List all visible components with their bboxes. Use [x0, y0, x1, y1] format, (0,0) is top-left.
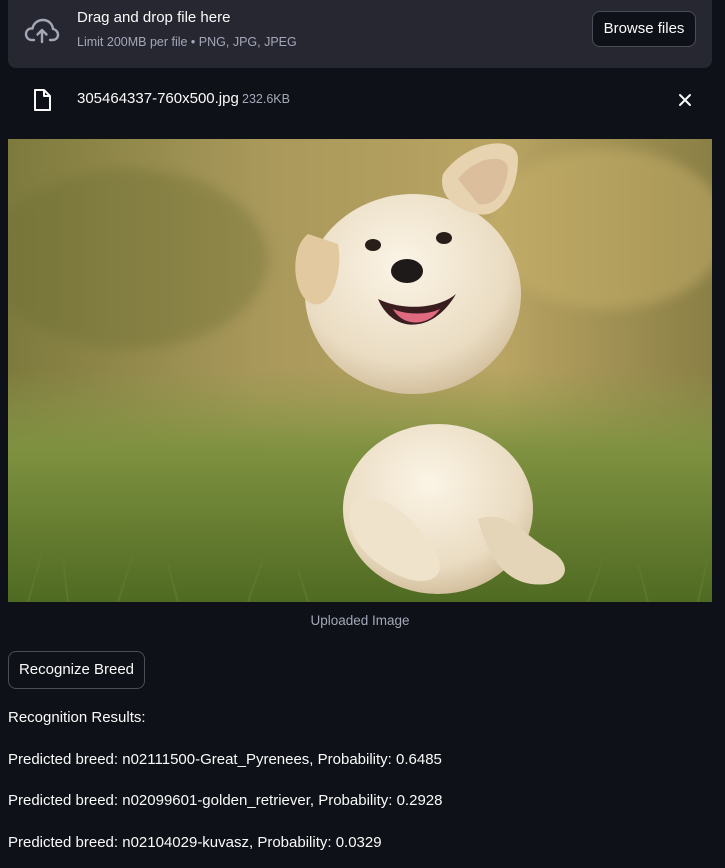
cloud-upload-icon	[24, 18, 60, 44]
file-size: 232.6KB	[242, 92, 290, 106]
dropzone-title: Drag and drop file here	[77, 9, 231, 26]
file-icon	[34, 89, 51, 111]
prediction-item: Predicted breed: n02099601-golden_retrie…	[8, 792, 443, 809]
dropzone-subtitle: Limit 200MB per file • PNG, JPG, JPEG	[77, 35, 297, 49]
uploaded-file-row: 305464337-760x500.jpg 232.6KB	[0, 82, 725, 118]
recognize-breed-button[interactable]: Recognize Breed	[8, 651, 145, 689]
close-icon[interactable]	[678, 93, 692, 107]
uploaded-image	[8, 139, 712, 602]
file-name: 305464337-760x500.jpg	[77, 90, 239, 107]
prediction-item: Predicted breed: n02111500-Great_Pyrenee…	[8, 751, 442, 768]
image-caption: Uploaded Image	[310, 613, 410, 628]
prediction-item: Predicted breed: n02104029-kuvasz, Proba…	[8, 834, 382, 851]
file-dropzone[interactable]: Drag and drop file here Limit 200MB per …	[8, 0, 712, 68]
results-heading: Recognition Results:	[8, 709, 146, 726]
browse-files-button[interactable]: Browse files	[592, 11, 696, 47]
